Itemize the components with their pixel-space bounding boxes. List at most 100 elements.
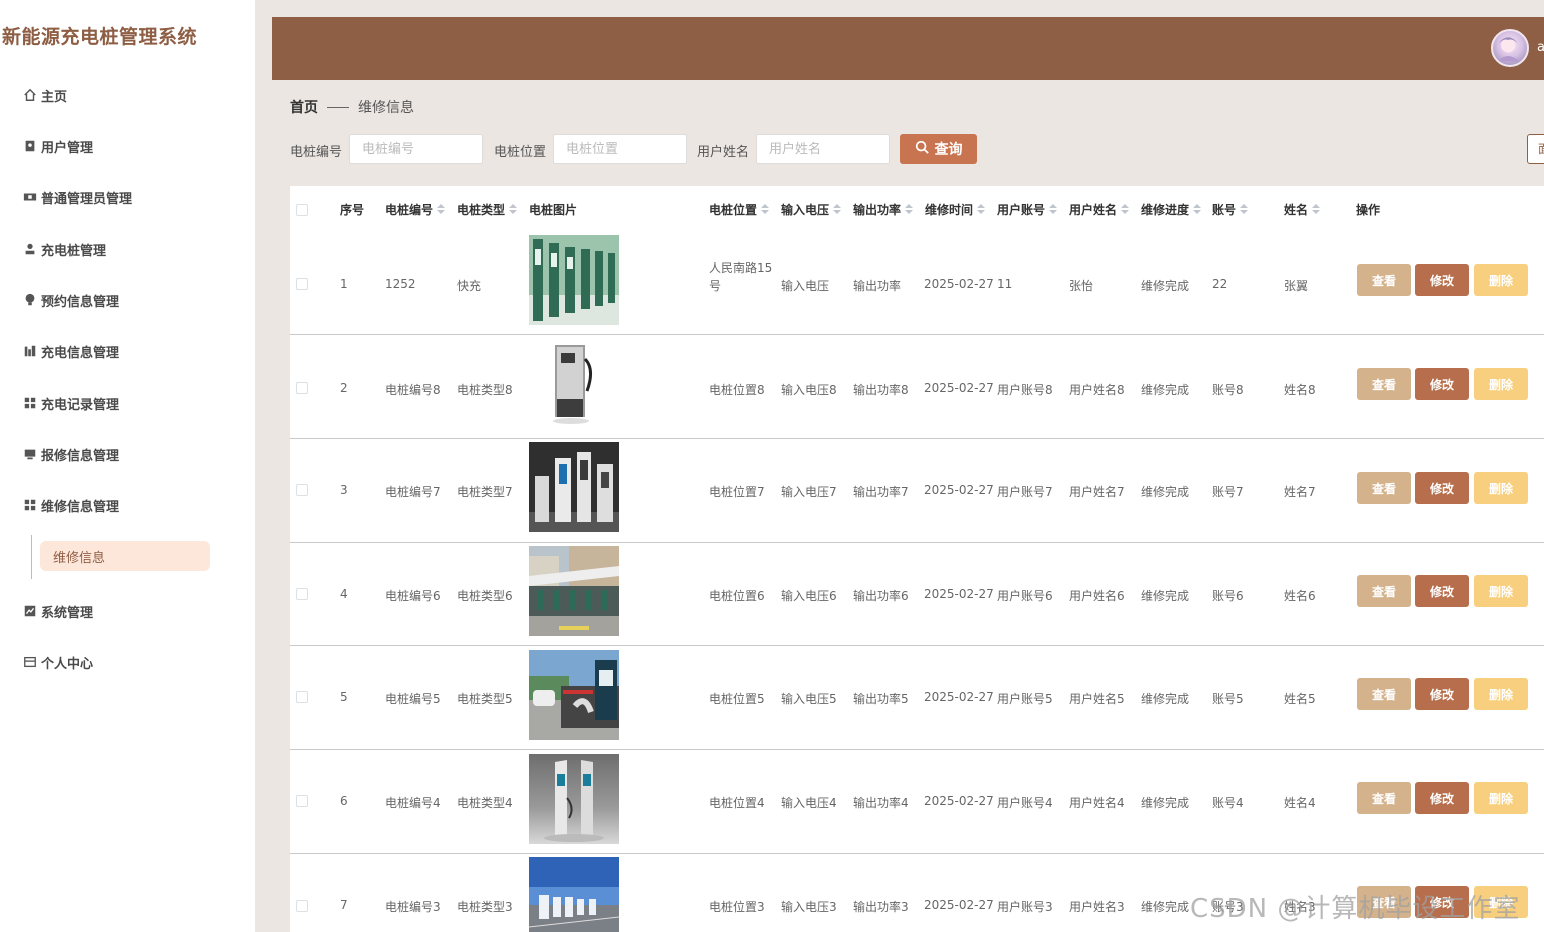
cell-progress: 维修完成 — [1141, 279, 1190, 293]
search-input-code[interactable] — [349, 134, 483, 164]
col-header-time[interactable]: 维修时间 — [925, 200, 986, 218]
edit-button[interactable]: 修改 — [1415, 368, 1469, 400]
sidebar-subitem-maintenance-info[interactable]: 维修信息 — [40, 541, 210, 571]
col-header-power[interactable]: 输出功率 — [853, 200, 914, 218]
cell-voltage: 输入电压8 — [781, 383, 837, 397]
cell-name: 姓名4 — [1284, 796, 1316, 810]
row-checkbox[interactable] — [296, 588, 308, 600]
col-header-image: 电桩图片 — [529, 202, 578, 217]
view-button[interactable]: 查看 — [1357, 264, 1411, 296]
col-header-progress[interactable]: 维修进度 — [1141, 200, 1202, 218]
delete-button[interactable]: 删除 — [1474, 264, 1528, 296]
view-button[interactable]: 查看 — [1357, 575, 1411, 607]
sidebar-item-home[interactable]: 主页 — [22, 83, 67, 107]
charger-image[interactable] — [529, 442, 619, 532]
sidebar-item-label: 预约信息管理 — [41, 294, 120, 310]
breadcrumb-home[interactable]: 首页 — [290, 97, 318, 117]
col-header-type[interactable]: 电桩类型 — [457, 200, 518, 218]
maintenance-table: 序号 电桩编号 电桩类型 电桩图片 电桩位置 输入电压 输出功率 维修时间 用户… — [290, 186, 1544, 932]
sidebar-item-charging-records[interactable]: 充电记录管理 — [22, 391, 119, 415]
cell-power: 输出功率6 — [853, 589, 909, 603]
row-checkbox[interactable] — [296, 795, 308, 807]
avatar[interactable] — [1491, 29, 1529, 67]
cell-no: 7 — [340, 898, 348, 912]
sidebar-item-maintenance[interactable]: 维修信息管理 — [22, 493, 119, 517]
row-checkbox[interactable] — [296, 382, 308, 394]
search-input-username[interactable] — [756, 134, 890, 164]
charger-image[interactable] — [529, 339, 619, 429]
search-label-code: 电桩编号 — [290, 145, 343, 160]
sort-icon[interactable] — [1049, 204, 1058, 214]
view-button[interactable]: 查看 — [1357, 368, 1411, 400]
cell-no: 5 — [340, 690, 348, 704]
delete-button[interactable]: 删除 — [1474, 678, 1528, 710]
sort-icon[interactable] — [977, 204, 986, 214]
col-header-account[interactable]: 用户账号 — [997, 200, 1058, 218]
col-header-name[interactable]: 姓名 — [1284, 200, 1321, 218]
row-checkbox[interactable] — [296, 278, 308, 290]
table-row: 6 电桩编号4 电桩类型4 电桩位置4 输入电压4 输出功率4 2025-02-… — [290, 750, 1544, 854]
sort-icon[interactable] — [1240, 204, 1249, 214]
sort-icon[interactable] — [1312, 204, 1321, 214]
cell-type: 电桩类型3 — [457, 900, 513, 914]
query-button[interactable]: 查询 — [900, 134, 977, 164]
edit-button[interactable]: 修改 — [1415, 782, 1469, 814]
cell-type: 电桩类型5 — [457, 692, 513, 706]
search-label-username: 用户姓名 — [697, 145, 750, 160]
sidebar-item-chargers[interactable]: 充电桩管理 — [22, 237, 106, 261]
cell-name: 姓名8 — [1284, 383, 1316, 397]
edit-button[interactable]: 修改 — [1415, 678, 1469, 710]
select-all-checkbox[interactable] — [296, 204, 308, 216]
sidebar-item-admins[interactable]: 普通管理员管理 — [22, 185, 132, 209]
delete-button[interactable]: 删除 — [1474, 368, 1528, 400]
cell-voltage: 输入电压7 — [781, 485, 837, 499]
sidebar-item-charging-info[interactable]: 充电信息管理 — [22, 339, 119, 363]
edit-button[interactable]: 修改 — [1415, 264, 1469, 296]
edit-button[interactable]: 修改 — [1415, 575, 1469, 607]
sidebar-item-users[interactable]: 用户管理 — [22, 134, 93, 158]
row-checkbox[interactable] — [296, 900, 308, 912]
cell-type: 电桩类型8 — [457, 383, 513, 397]
view-button[interactable]: 查看 — [1357, 678, 1411, 710]
sidebar-item-repair-reports[interactable]: 报修信息管理 — [22, 442, 119, 466]
view-button[interactable]: 查看 — [1357, 472, 1411, 504]
sort-icon[interactable] — [905, 204, 914, 214]
sort-icon[interactable] — [833, 204, 842, 214]
sort-icon[interactable] — [437, 204, 446, 214]
edit-button[interactable]: 修改 — [1415, 472, 1469, 504]
sidebar-item-profile[interactable]: 个人中心 — [22, 650, 93, 674]
user-name[interactable]: a — [1537, 40, 1544, 55]
cell-account: 11 — [997, 277, 1013, 291]
watermark: CSDN @计算机毕设工作室 — [1190, 894, 1521, 924]
charger-image[interactable] — [529, 857, 619, 932]
sidebar-item-system[interactable]: 系统管理 — [22, 599, 93, 623]
col-header-actions: 操作 — [1356, 202, 1381, 217]
row-checkbox[interactable] — [296, 691, 308, 703]
sort-icon[interactable] — [761, 204, 770, 214]
sidebar-item-label: 系统管理 — [41, 605, 94, 621]
delete-button[interactable]: 删除 — [1474, 575, 1528, 607]
sidebar-item-reservations[interactable]: 预约信息管理 — [22, 288, 119, 312]
sort-icon[interactable] — [1193, 204, 1202, 214]
row-checkbox[interactable] — [296, 484, 308, 496]
card-icon — [22, 654, 38, 670]
charger-image[interactable] — [529, 235, 619, 325]
delete-button[interactable]: 删除 — [1474, 782, 1528, 814]
col-header-username[interactable]: 用户姓名 — [1069, 200, 1130, 218]
cell-location: 电桩位置7 — [709, 485, 765, 499]
cell-acct: 账号5 — [1212, 692, 1244, 706]
add-button[interactable]: 面 — [1527, 134, 1544, 164]
charger-image[interactable] — [529, 754, 619, 844]
charger-image[interactable] — [529, 650, 619, 740]
col-header-location[interactable]: 电桩位置 — [709, 200, 770, 218]
view-button[interactable]: 查看 — [1357, 782, 1411, 814]
sort-icon[interactable] — [509, 204, 518, 214]
col-header-acct[interactable]: 账号 — [1212, 200, 1249, 218]
col-header-voltage[interactable]: 输入电压 — [781, 200, 842, 218]
search-input-location[interactable] — [553, 134, 687, 164]
sort-icon[interactable] — [1121, 204, 1130, 214]
charger-image[interactable] — [529, 546, 619, 636]
cell-time: 2025-02-27 — [924, 483, 994, 497]
delete-button[interactable]: 删除 — [1474, 472, 1528, 504]
col-header-code[interactable]: 电桩编号 — [385, 200, 446, 218]
